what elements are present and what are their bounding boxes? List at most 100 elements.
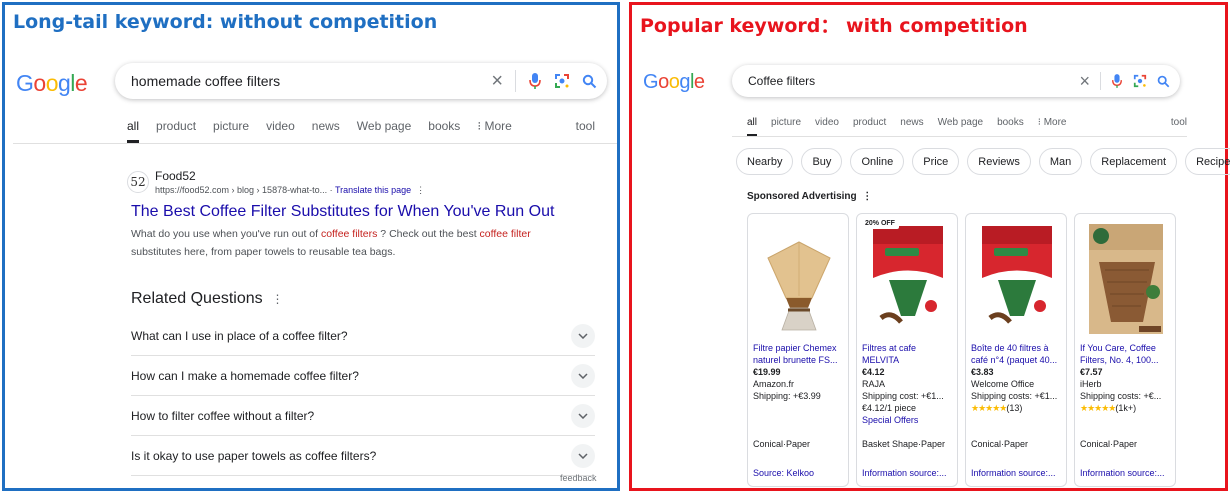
- related-menu-icon[interactable]: ⋮: [272, 292, 284, 306]
- clear-icon[interactable]: ×: [491, 71, 503, 91]
- product-unit-price: €4.12/1 piece: [862, 403, 917, 413]
- chip-reviews[interactable]: Reviews: [967, 148, 1031, 175]
- question-item[interactable]: Is it okay to use paper towels as coffee…: [131, 436, 595, 476]
- product-shipping: Shipping cost: +€1...: [862, 391, 944, 401]
- tab-books[interactable]: books: [997, 117, 1024, 136]
- chevron-down-icon[interactable]: [571, 363, 595, 388]
- chip-replacement[interactable]: Replacement: [1090, 148, 1178, 175]
- product-shipping: Shipping costs: +€...: [1080, 391, 1162, 401]
- result-menu-icon[interactable]: ⋮: [416, 185, 425, 195]
- related-questions-list: What can I use in place of a coffee filt…: [131, 316, 595, 476]
- product-carousel: Filtre papier Chemex naturel brunette FS…: [747, 213, 1176, 487]
- mic-icon[interactable]: [1111, 73, 1123, 89]
- product-source-link[interactable]: Source: Kelkoo: [753, 468, 845, 478]
- sponsored-heading: Sponsored Advertising ⋮: [747, 191, 873, 202]
- chip-man[interactable]: Man: [1038, 148, 1083, 175]
- search-input[interactable]: homemade coffee filters: [131, 73, 491, 89]
- question-item[interactable]: How to filter coffee without a filter?: [131, 396, 595, 436]
- product-card[interactable]: 20% OFF Filtres at cafe MELVITA €4.12 RA…: [856, 213, 958, 487]
- chip-buy[interactable]: Buy: [801, 148, 843, 175]
- product-image-melitta: [873, 226, 943, 334]
- product-name[interactable]: Filters, No. 4, 100...: [1080, 354, 1172, 366]
- product-price: €3.83: [971, 367, 994, 377]
- product-card[interactable]: Filtre papier Chemex naturel brunette FS…: [747, 213, 849, 487]
- tab-video[interactable]: video: [815, 117, 839, 136]
- product-name[interactable]: naturel brunette FS...: [753, 354, 845, 366]
- clear-icon[interactable]: ×: [1079, 72, 1090, 90]
- chip-nearby[interactable]: Nearby: [736, 148, 794, 175]
- product-source-link[interactable]: Information source:...: [1080, 468, 1172, 478]
- sponsored-menu-icon[interactable]: ⋮: [862, 191, 872, 202]
- product-name[interactable]: If You Care, Coffee: [1080, 342, 1172, 354]
- google-logo[interactable]: Google: [643, 71, 705, 94]
- product-name[interactable]: café n°4 (paquet 40...: [971, 354, 1063, 366]
- search-icon[interactable]: [582, 74, 597, 89]
- product-price: €4.12: [862, 367, 885, 377]
- tab-more[interactable]: ⁝ More: [1038, 117, 1067, 136]
- related-questions-title: Related Questions ⋮: [131, 290, 284, 307]
- product-name[interactable]: Filtres at cafe: [862, 342, 954, 354]
- question-item[interactable]: How can I make a homemade coffee filter?: [131, 356, 595, 396]
- site-favicon[interactable]: 52: [127, 171, 149, 193]
- product-image-if-you-care: [1089, 224, 1163, 334]
- mic-icon[interactable]: [528, 72, 542, 90]
- lens-icon[interactable]: [554, 73, 570, 89]
- star-rating-icon: ★★★★★: [1080, 403, 1116, 413]
- special-offers-link[interactable]: Special Offers: [862, 414, 954, 426]
- product-name[interactable]: Boîte de 40 filtres à: [971, 342, 1063, 354]
- search-box[interactable]: homemade coffee filters ×: [115, 63, 607, 99]
- chip-online[interactable]: Online: [850, 148, 905, 175]
- tab-all[interactable]: all: [747, 117, 758, 136]
- search-input[interactable]: Coffee filters: [748, 74, 1079, 88]
- left-heading: Long-tail keyword: without competition: [13, 11, 438, 33]
- tab-picture[interactable]: picture: [771, 117, 801, 136]
- tab-video[interactable]: video: [266, 119, 295, 143]
- translate-link[interactable]: Translate this page: [335, 185, 411, 195]
- tab-picture[interactable]: picture: [213, 119, 249, 143]
- tab-news[interactable]: news: [900, 117, 923, 136]
- product-name[interactable]: MELVITA: [862, 354, 954, 366]
- product-seller: RAJA: [862, 379, 886, 389]
- lens-icon[interactable]: [1133, 74, 1147, 88]
- question-item[interactable]: What can I use in place of a coffee filt…: [131, 316, 595, 356]
- product-info: Boîte de 40 filtres à café n°4 (paquet 4…: [971, 342, 1063, 414]
- tab-more[interactable]: ⁝ More: [477, 119, 512, 143]
- product-source-link[interactable]: Information source:...: [862, 468, 954, 478]
- tab-all[interactable]: all: [127, 119, 140, 143]
- tools-button[interactable]: tool: [1171, 117, 1187, 128]
- chevron-down-icon[interactable]: [571, 443, 595, 468]
- product-seller: Amazon.fr: [753, 379, 795, 389]
- google-logo[interactable]: Google: [16, 70, 88, 97]
- product-shipping: Shipping costs: +€1...: [971, 391, 1058, 401]
- search-box[interactable]: Coffee filters ×: [732, 65, 1180, 97]
- filter-chips: Nearby Buy Online Price Reviews Man Repl…: [736, 148, 1230, 175]
- feedback-link[interactable]: feedback: [560, 473, 597, 483]
- product-type: Conical·Paper: [971, 439, 1029, 449]
- tab-web-page[interactable]: Web page: [357, 119, 412, 143]
- result-url: https://food52.com › blog › 15878-what-t…: [155, 185, 333, 195]
- product-card[interactable]: If You Care, Coffee Filters, No. 4, 100.…: [1074, 213, 1176, 487]
- tab-product[interactable]: product: [853, 117, 886, 136]
- product-card[interactable]: Boîte de 40 filtres à café n°4 (paquet 4…: [965, 213, 1067, 487]
- tab-product[interactable]: product: [156, 119, 196, 143]
- product-source-link[interactable]: Information source:...: [971, 468, 1063, 478]
- star-rating-icon: ★★★★★: [971, 403, 1007, 413]
- tab-web-page[interactable]: Web page: [938, 117, 983, 136]
- chip-price[interactable]: Price: [912, 148, 960, 175]
- right-panel: Popular keyword： with competition Google…: [629, 2, 1230, 491]
- chip-recipe[interactable]: Recipe: [1185, 148, 1230, 175]
- tab-books[interactable]: books: [428, 119, 460, 143]
- product-image-chemex: [767, 241, 831, 331]
- tabs-divider: [13, 143, 617, 144]
- chevron-down-icon[interactable]: [571, 323, 595, 348]
- divider: [515, 70, 516, 92]
- search-tabs: all picture video product news Web page …: [747, 114, 1187, 136]
- result-title-link[interactable]: The Best Coffee Filter Substitutes for W…: [131, 203, 554, 221]
- product-info: If You Care, Coffee Filters, No. 4, 100.…: [1080, 342, 1172, 414]
- search-icon[interactable]: [1157, 75, 1170, 88]
- tools-button[interactable]: tool: [576, 119, 595, 133]
- product-name[interactable]: Filtre papier Chemex: [753, 342, 845, 354]
- chevron-down-icon[interactable]: [571, 403, 595, 428]
- result-site-name[interactable]: Food52: [155, 169, 196, 183]
- tab-news[interactable]: news: [312, 119, 340, 143]
